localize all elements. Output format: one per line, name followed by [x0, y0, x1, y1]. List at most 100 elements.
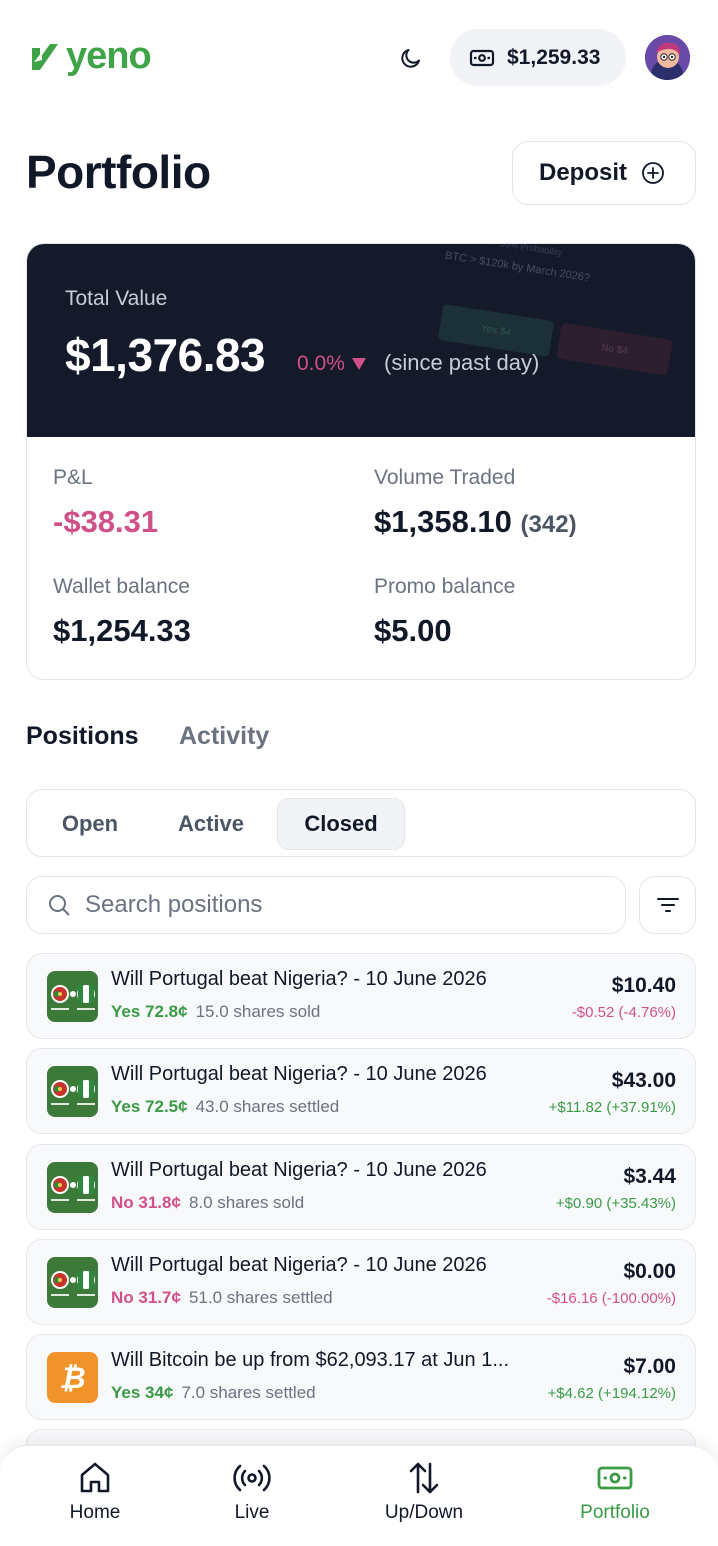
wallet-balance-pill[interactable]: $1,259.33	[450, 29, 626, 86]
theme-toggle-button[interactable]	[393, 40, 429, 76]
brand-logo[interactable]: yeno	[30, 35, 152, 77]
volume-label: Volume Traded	[374, 466, 516, 489]
bottom-navigation: Home Live Up/Down Portfolio	[0, 1445, 718, 1546]
position-row[interactable]: Will Portugal beat Nigeria? - 10 June 20…	[26, 953, 696, 1039]
position-thumbnail	[47, 971, 98, 1022]
daily-change-percent: 0.0%	[297, 352, 345, 375]
search-icon	[49, 895, 70, 916]
pnl-label: P&L	[53, 466, 93, 489]
tab-activity[interactable]: Activity	[179, 722, 269, 751]
deposit-button[interactable]: Deposit	[512, 141, 696, 205]
wallet-label: Wallet balance	[53, 575, 190, 598]
app-header: yeno $1,259.33	[0, 0, 718, 116]
match-thumbnail-icon	[47, 1257, 98, 1308]
position-change: -$16.16 (-100.00%)	[546, 1290, 676, 1307]
position-filter-segments: Open Active Closed	[26, 789, 696, 857]
tab-positions[interactable]: Positions	[26, 722, 139, 751]
segment-closed[interactable]: Closed	[277, 798, 405, 850]
nav-home[interactable]: Home	[62, 1460, 128, 1524]
volume-value-line: $1,358.10 (342)	[374, 504, 577, 540]
position-change: +$4.62 (+194.12%)	[547, 1385, 676, 1402]
segment-active[interactable]: Active	[151, 798, 271, 850]
decorative-market-card: $15.2k Vol. · 35% Probability BTC > $120…	[424, 244, 695, 430]
logo-mark-icon	[32, 44, 58, 70]
position-side: Yes 72.5¢	[111, 1097, 188, 1116]
promo-stat: Promo balance $5.00	[374, 575, 515, 649]
position-shares: 51.0 shares settled	[188, 1288, 333, 1307]
portfolio-summary-card: $15.2k Vol. · 35% Probability BTC > $120…	[26, 243, 696, 680]
nav-portfolio[interactable]: Portfolio	[572, 1460, 658, 1524]
position-side: No 31.7¢	[111, 1288, 181, 1307]
change-period-label: (since past day)	[384, 350, 540, 375]
nav-live-label: Live	[234, 1502, 270, 1523]
wallet-stat: Wallet balance $1,254.33	[53, 575, 191, 649]
position-thumbnail	[47, 1066, 98, 1117]
position-row[interactable]: Will Portugal beat Nigeria? - 10 June 20…	[26, 1239, 696, 1325]
position-shares: 43.0 shares settled	[195, 1097, 340, 1116]
position-row[interactable]: ₿ Will Bitcoin be up from $62,093.17 at J…	[26, 1334, 696, 1420]
nav-updown[interactable]: Up/Down	[378, 1460, 470, 1524]
nav-updown-label: Up/Down	[384, 1502, 464, 1523]
position-side: No 31.8¢	[111, 1193, 181, 1212]
ghost-card-no: No $4	[556, 322, 673, 376]
page-title: Portfolio	[26, 146, 211, 198]
nav-live[interactable]: Live	[222, 1460, 282, 1524]
pnl-value: -$38.31	[53, 504, 159, 539]
position-amount: $0.00	[623, 1260, 676, 1283]
avatar[interactable]	[645, 35, 690, 80]
position-title: Will Portugal beat Nigeria? - 10 June 20…	[111, 1159, 487, 1181]
position-shares: 7.0 shares settled	[181, 1383, 316, 1402]
promo-label: Promo balance	[374, 575, 516, 598]
filter-button[interactable]	[639, 876, 696, 934]
position-amount: $7.00	[623, 1355, 676, 1378]
filter-icon	[656, 898, 679, 912]
position-details: Yes 72.5¢ 43.0 shares settled	[111, 1097, 339, 1117]
nav-home-label: Home	[69, 1502, 121, 1523]
pnl-stat: P&L -$38.31	[53, 466, 158, 540]
wallet-balance-amount: $1,259.33	[507, 45, 601, 69]
position-title: Will Bitcoin be up from $62,093.17 at Ju…	[111, 1349, 509, 1371]
position-amount: $10.40	[611, 974, 676, 997]
position-change: +$0.90 (+35.43%)	[555, 1195, 676, 1212]
position-details: No 31.8¢ 8.0 shares sold	[111, 1193, 304, 1213]
position-thumbnail: ₿	[47, 1352, 98, 1403]
position-thumbnail	[47, 1257, 98, 1308]
volume-count: (342)	[520, 511, 577, 538]
ghost-card-yes: Yes $4	[437, 303, 555, 357]
svg-text:₿: ₿	[59, 1362, 85, 1395]
moon-icon	[401, 49, 420, 68]
position-title: Will Portugal beat Nigeria? - 10 June 20…	[111, 968, 487, 990]
segment-open[interactable]: Open	[37, 798, 143, 850]
plus-circle-icon	[642, 162, 664, 184]
promo-value: $5.00	[374, 613, 452, 648]
match-thumbnail-icon	[47, 1066, 98, 1117]
brand-name: yeno	[66, 35, 152, 77]
search-input[interactable]	[85, 891, 585, 919]
position-change: -$0.52 (-4.76%)	[571, 1004, 676, 1021]
daily-change: 0.0%	[297, 352, 366, 376]
position-shares: 8.0 shares sold	[188, 1193, 305, 1212]
total-value-label: Total Value	[65, 287, 168, 310]
position-title: Will Portugal beat Nigeria? - 10 June 20…	[111, 1063, 487, 1085]
position-details: Yes 72.8¢ 15.0 shares sold	[111, 1002, 320, 1022]
position-thumbnail	[47, 1162, 98, 1213]
position-details: No 31.7¢ 51.0 shares settled	[111, 1288, 333, 1308]
position-change: +$11.82 (+37.91%)	[548, 1099, 676, 1116]
position-side: Yes 34¢	[111, 1383, 174, 1402]
cash-icon	[597, 1466, 633, 1490]
match-thumbnail-icon	[47, 971, 98, 1022]
position-row[interactable]: Will Portugal beat Nigeria? - 10 June 20…	[26, 1048, 696, 1134]
volume-value: $1,358.10	[374, 504, 512, 539]
avatar-image	[645, 35, 690, 80]
cash-icon	[469, 49, 495, 66]
down-triangle-icon	[351, 358, 366, 370]
position-title: Will Portugal beat Nigeria? - 10 June 20…	[111, 1254, 487, 1276]
up-down-arrows-icon	[409, 1462, 439, 1494]
position-row[interactable]: Will Portugal beat Nigeria? - 10 June 20…	[26, 1144, 696, 1230]
position-details: Yes 34¢ 7.0 shares settled	[111, 1383, 316, 1403]
bitcoin-icon: ₿	[47, 1352, 98, 1403]
position-side: Yes 72.8¢	[111, 1002, 188, 1021]
deposit-label: Deposit	[539, 159, 628, 186]
total-value-panel: $15.2k Vol. · 35% Probability BTC > $120…	[27, 244, 695, 437]
home-icon	[80, 1462, 110, 1493]
